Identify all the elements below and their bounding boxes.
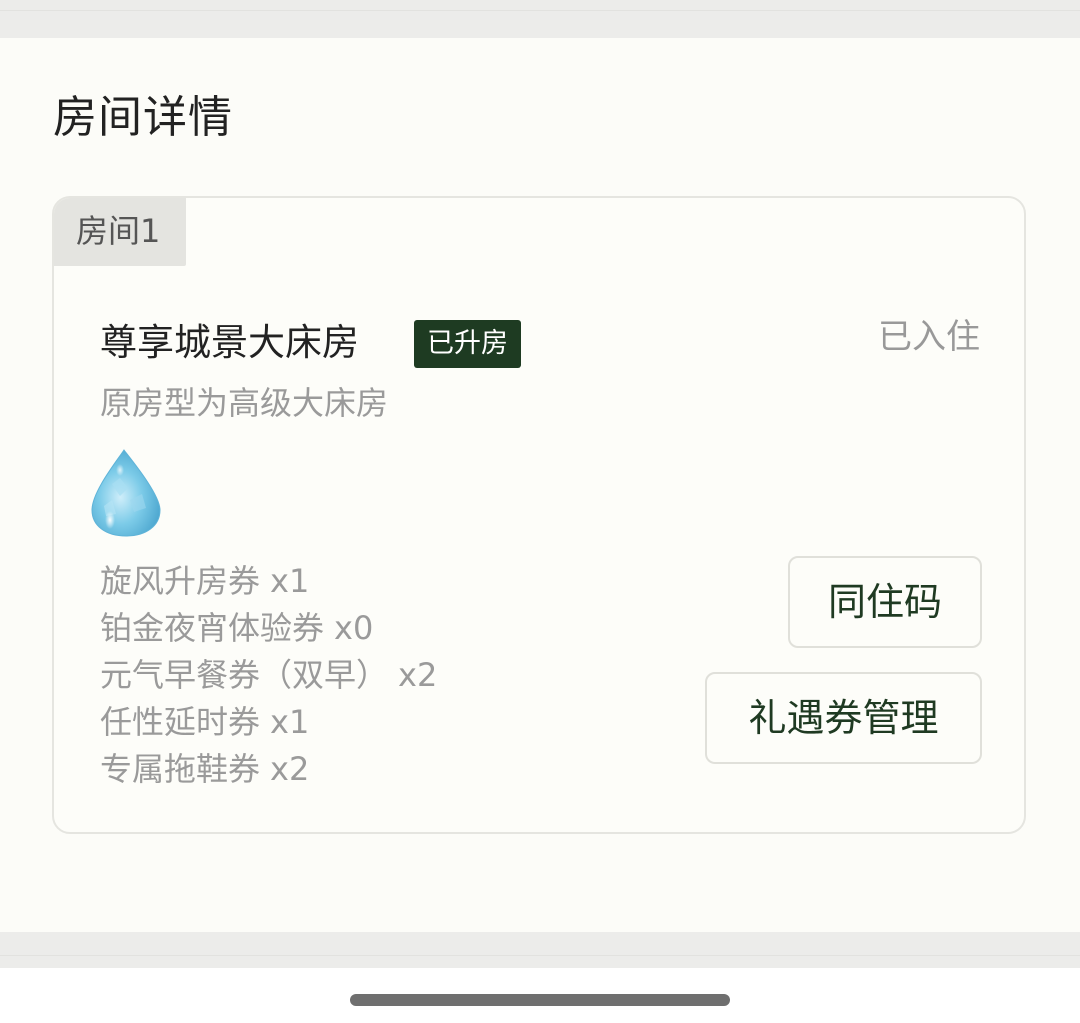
cohabit-code-button[interactable]: 同住码 (788, 556, 982, 648)
voucher-item: 旋风升房券 x1 (100, 558, 437, 605)
voucher-item: 专属拖鞋券 x2 (100, 746, 437, 793)
section-title: 房间详情 (53, 92, 233, 143)
voucher-name: 元气早餐券（双早） (100, 656, 389, 694)
voucher-quantity: x1 (270, 562, 310, 600)
top-separator-line (0, 10, 1080, 11)
voucher-list: 旋风升房券 x1 铂金夜宵体验券 x0 元气早餐券（双早） x2 任性延时券 x… (100, 558, 437, 793)
voucher-quantity: x2 (270, 750, 310, 788)
voucher-name: 铂金夜宵体验券 (100, 609, 325, 647)
voucher-name: 专属拖鞋券 (100, 750, 261, 788)
top-separator (0, 0, 1080, 38)
room-tab-label: 房间1 (76, 212, 161, 250)
voucher-name: 任性延时券 (100, 703, 261, 741)
upgraded-badge: 已升房 (414, 320, 521, 368)
home-indicator-bar[interactable] (350, 994, 730, 1006)
water-drop-gem-icon (91, 449, 161, 537)
original-room-type: 原房型为高级大床房 (100, 384, 389, 422)
voucher-quantity: x2 (398, 656, 438, 694)
room-tab: 房间1 (54, 198, 186, 266)
voucher-name: 旋风升房券 (100, 562, 261, 600)
voucher-item: 任性延时券 x1 (100, 699, 437, 746)
checkin-status: 已入住 (878, 317, 980, 357)
voucher-item: 铂金夜宵体验券 x0 (100, 605, 437, 652)
voucher-quantity: x1 (270, 703, 310, 741)
bottom-separator (0, 932, 1080, 968)
voucher-management-button[interactable]: 礼遇券管理 (705, 672, 982, 764)
room-card: 房间1 尊享城景大床房 已升房 已入住 原房型为高级大床房 旋风升房券 x1 铂… (52, 196, 1026, 834)
voucher-item: 元气早餐券（双早） x2 (100, 652, 437, 699)
bottom-separator-line (0, 955, 1080, 956)
voucher-quantity: x0 (334, 609, 374, 647)
room-type-name: 尊享城景大床房 (100, 321, 359, 364)
